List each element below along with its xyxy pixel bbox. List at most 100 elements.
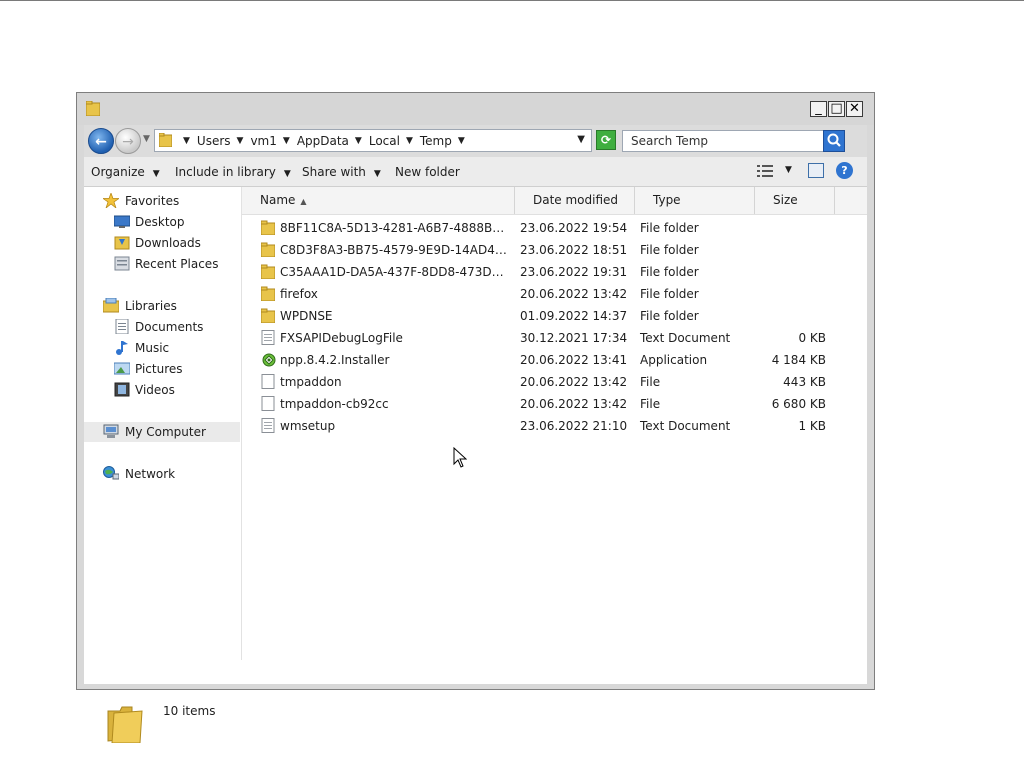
recent-places-icon — [114, 256, 130, 271]
help-icon[interactable]: ? — [836, 162, 853, 179]
file-date-modified: 23.06.2022 19:54 — [520, 221, 628, 235]
forward-button[interactable]: → — [115, 128, 141, 154]
nav-item-favorites[interactable]: Favorites — [84, 191, 240, 211]
column-header-type[interactable]: Type — [635, 187, 755, 214]
breadcrumb-arrow-icon[interactable]: ▼ — [406, 136, 413, 146]
file-row[interactable]: tmpaddon 20.06.2022 13:42 File 443 KB — [242, 371, 842, 393]
file-date-modified: 20.06.2022 13:41 — [520, 353, 628, 367]
file-size: 0 KB — [798, 331, 826, 345]
status-bar-divider — [84, 660, 867, 684]
folder-icon — [260, 264, 276, 280]
views-dropdown-icon[interactable]: ▼ — [785, 165, 792, 175]
include-in-library-menu[interactable]: Include in library ▼ — [175, 165, 291, 179]
file-row[interactable]: FXSAPIDebugLogFile 30.12.2021 17:34 Text D… — [242, 327, 842, 349]
mouse-cursor-icon — [453, 447, 467, 468]
breadcrumb-arrow-icon[interactable]: ▼ — [355, 136, 362, 146]
file-type: Application — [640, 353, 708, 367]
file-list-pane: Name ▲ Date modified Type Size 8BF11C8A-5… — [242, 187, 867, 660]
command-bar: Organize ▼ Include in library ▼ Share with… — [84, 157, 867, 187]
column-headers: Name ▲ Date modified Type Size — [242, 187, 867, 215]
column-header-size[interactable]: Size — [755, 187, 835, 214]
file-date-modified: 23.06.2022 18:51 — [520, 243, 628, 257]
nav-item-videos[interactable]: Videos — [84, 380, 240, 400]
documents-icon — [114, 318, 130, 335]
breadcrumb-arrow-icon[interactable]: ▼ — [237, 136, 244, 146]
file-row[interactable]: WPDNSE 01.09.2022 14:37 File folder — [242, 305, 842, 327]
organize-menu[interactable]: Organize ▼ — [91, 165, 160, 179]
search-input[interactable] — [623, 131, 827, 151]
star-icon — [101, 191, 121, 210]
nav-label-network: Network — [125, 467, 176, 481]
change-view-icon[interactable] — [757, 164, 773, 178]
nav-label-videos: Videos — [135, 383, 175, 397]
nav-item-music[interactable]: Music — [84, 338, 240, 358]
file-row[interactable]: npp.8.4.2.Installer 20.06.2022 13:41 Appli… — [242, 349, 842, 371]
file-size: 1 KB — [798, 419, 826, 433]
file-name: tmpaddon-cb92cc — [280, 397, 389, 411]
column-header-name-label: Name — [260, 193, 296, 207]
organize-label: Organize — [91, 165, 145, 179]
refresh-button[interactable]: ⟳ — [596, 130, 616, 150]
column-header-name[interactable]: Name ▲ — [242, 187, 515, 214]
nav-item-network[interactable]: Network — [84, 464, 240, 484]
new-folder-button[interactable]: New folder — [395, 165, 460, 179]
file-name: 8BF11C8A-5D13-4281-A6B7-4888B9FAB8... — [280, 221, 508, 235]
file-type: File folder — [640, 243, 699, 257]
file-row[interactable]: firefox 20.06.2022 13:42 File folder — [242, 283, 842, 305]
file-type: Text Document — [640, 419, 731, 433]
nav-label-documents: Documents — [135, 320, 204, 334]
file-type: File — [640, 375, 661, 389]
share-with-label: Share with — [302, 165, 366, 179]
search-button[interactable] — [823, 130, 845, 152]
column-header-date-modified[interactable]: Date modified — [515, 187, 635, 214]
breadcrumb-item[interactable]: vm1 — [250, 134, 276, 148]
address-history-dropdown[interactable]: ▼ — [577, 134, 585, 145]
breadcrumb-arrow-icon[interactable]: ▼ — [458, 136, 465, 146]
nav-item-pictures[interactable]: Pictures — [84, 359, 240, 379]
file-row[interactable]: 8BF11C8A-5D13-4281-A6B7-4888B9FAB8... 23.… — [242, 217, 842, 239]
nav-label-music: Music — [135, 341, 170, 355]
nav-label-my-computer: My Computer — [125, 425, 206, 439]
folder-icon — [260, 242, 276, 258]
file-row[interactable]: C35AAA1D-DA5A-437F-8DD8-473D7E327... 23.0… — [242, 261, 842, 283]
nav-item-downloads[interactable]: Downloads — [84, 233, 240, 253]
file-name: npp.8.4.2.Installer — [280, 353, 390, 367]
nav-item-documents[interactable]: Documents — [84, 317, 240, 337]
nav-item-my-computer[interactable]: My Computer — [84, 422, 240, 442]
file-row[interactable]: tmpaddon-cb92cc 20.06.2022 13:42 File 6 680… — [242, 393, 842, 415]
breadcrumb-item[interactable]: Temp — [420, 134, 452, 148]
breadcrumb-arrow-icon[interactable]: ▼ — [283, 136, 290, 146]
folder-icon — [260, 286, 276, 302]
file-row[interactable]: wmsetup 23.06.2022 21:10 Text Document 1 KB — [242, 415, 842, 437]
file-type: File folder — [640, 265, 699, 279]
maximize-button[interactable]: □ — [828, 101, 845, 117]
file-size: 4 184 KB — [771, 353, 826, 367]
preview-pane-icon[interactable] — [808, 163, 824, 178]
back-button[interactable]: ← — [88, 128, 114, 154]
file-name: wmsetup — [280, 419, 336, 433]
file-name: C35AAA1D-DA5A-437F-8DD8-473D7E327... — [280, 265, 508, 279]
breadcrumb-item[interactable]: Local — [369, 134, 400, 148]
file-row[interactable]: C8D3F8A3-BB75-4579-9E9D-14AD41BD3... 23.0… — [242, 239, 842, 261]
search-box — [622, 130, 845, 152]
item-count: 10 items — [163, 704, 216, 718]
title-bar[interactable]: _ □ ✕ — [77, 93, 874, 125]
file-name: WPDNSE — [280, 309, 333, 323]
nav-item-recent-places[interactable]: Recent Places — [84, 254, 240, 274]
file-name: C8D3F8A3-BB75-4579-9E9D-14AD41BD3... — [280, 243, 508, 257]
file-size: 443 KB — [783, 375, 826, 389]
folder-icon — [107, 706, 143, 743]
minimize-button[interactable]: _ — [810, 101, 827, 117]
file-date-modified: 01.09.2022 14:37 — [520, 309, 628, 323]
close-button[interactable]: ✕ — [846, 101, 863, 117]
file-type: File folder — [640, 287, 699, 301]
address-bar[interactable]: ▼ Users ▼ vm1 ▼ AppData ▼ Local ▼ Temp ▼… — [154, 129, 592, 152]
breadcrumb-item[interactable]: AppData — [297, 134, 349, 148]
nav-item-libraries[interactable]: Libraries — [84, 296, 240, 316]
breadcrumb-arrow-icon[interactable]: ▼ — [183, 136, 190, 146]
share-with-menu[interactable]: Share with ▼ — [302, 165, 381, 179]
recent-pages-dropdown[interactable]: ▼ — [143, 134, 150, 144]
file-name: tmpaddon — [280, 375, 342, 389]
nav-item-desktop[interactable]: Desktop — [84, 212, 240, 232]
breadcrumb-item[interactable]: Users — [197, 134, 231, 148]
